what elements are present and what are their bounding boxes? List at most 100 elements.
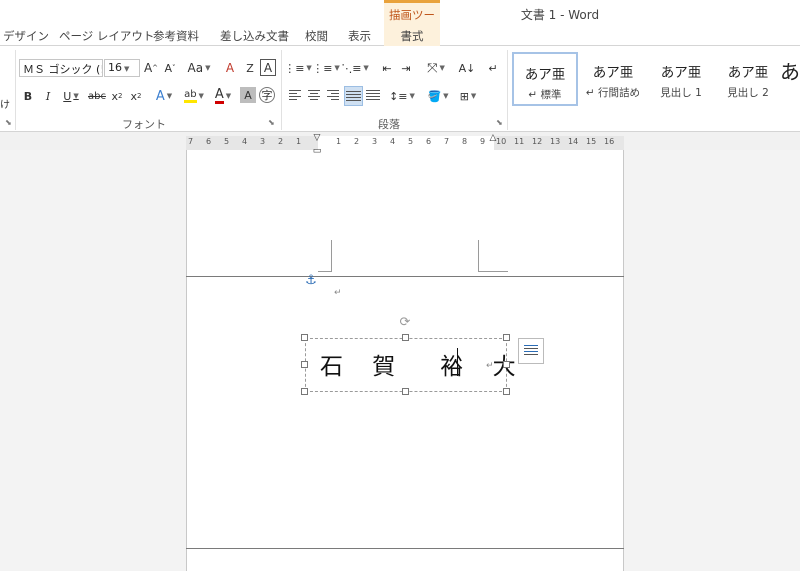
tab-mailings[interactable]: 差し込み文書 (220, 28, 289, 44)
text-effects-icon[interactable]: A ▼ (152, 87, 176, 105)
style-preview: あア亜 (524, 67, 566, 83)
page-section-line (186, 276, 624, 277)
resize-handle[interactable] (402, 334, 409, 341)
distributed-icon[interactable] (365, 88, 381, 104)
font-size-combobox[interactable]: 16 ▼ (104, 59, 140, 77)
phonetic-guide-icon[interactable]: Z (242, 59, 258, 77)
tab-view[interactable]: 表示 (348, 28, 371, 44)
ruler-number: 16 (604, 137, 615, 146)
align-right-icon[interactable] (326, 88, 342, 104)
character-border-icon[interactable]: A (260, 59, 276, 76)
resize-handle[interactable] (301, 388, 308, 395)
textbox-text[interactable]: 石 賀 裕 大 (320, 347, 527, 381)
shading-icon[interactable]: 🪣 ▼ (425, 87, 451, 105)
bullets-icon[interactable]: ⋮≡ ▼ (284, 59, 312, 77)
clear-format-icon[interactable]: A (222, 59, 238, 77)
underline-icon[interactable]: U ▼ (60, 87, 82, 105)
style-name: ↵ 標準 (528, 89, 562, 101)
ruler-number: 5 (408, 137, 414, 146)
left-indent-icon[interactable]: ▭ (312, 146, 322, 156)
font-size-value: 16 (108, 61, 122, 74)
strikethrough-icon[interactable]: abc (87, 87, 107, 105)
ruler-number: 2 (278, 137, 284, 146)
subscript-icon[interactable]: x2 (109, 87, 125, 105)
highlight-color-icon[interactable]: ab ▼ (181, 87, 207, 105)
ruler-text-area (318, 136, 494, 150)
align-left-icon[interactable] (288, 88, 304, 104)
style-heading-1[interactable]: あア亜 見出し 1 (648, 52, 714, 106)
clipboard-launcher-icon[interactable]: ⬊ (5, 118, 12, 127)
resize-handle[interactable] (402, 388, 409, 395)
style-title-partial[interactable]: あ (780, 52, 800, 106)
style-heading-2[interactable]: あア亜 見出し 2 (715, 52, 781, 106)
character-shading-icon[interactable]: A (240, 87, 256, 103)
style-name: 見出し 1 (660, 87, 702, 99)
styles-gallery: あア亜 ↵ 標準 あア亜 ↵ 行間詰め あア亜 見出し 1 あア亜 見出し 2 … (510, 50, 800, 108)
ruler-number: 6 (426, 137, 432, 146)
resize-handle[interactable] (503, 334, 510, 341)
tab-page-layout[interactable]: ページ レイアウト (59, 28, 154, 44)
enclose-characters-icon[interactable]: 字 (259, 87, 275, 103)
increase-indent-icon[interactable]: ⇥ (398, 59, 414, 77)
ruler-number: 7 (188, 137, 194, 146)
document-title: 文書 1 - Word (520, 8, 600, 22)
ruler-number: 8 (462, 137, 468, 146)
selected-textbox[interactable]: 石 賀 裕 大 ↵ (305, 338, 516, 392)
numbering-icon[interactable]: ⋮≡ ▼ (312, 59, 340, 77)
paragraph-mark: ↵ (334, 288, 342, 298)
borders-icon[interactable]: ⊞ ▼ (455, 87, 481, 105)
ruler-number: 7 (444, 137, 450, 146)
ruler-number: 1 (336, 137, 342, 146)
paragraph-group-label: 段落 (378, 118, 400, 131)
multilevel-list-icon[interactable]: ⋱≡ ▼ (341, 59, 369, 77)
style-no-spacing[interactable]: あア亜 ↵ 行間詰め (580, 52, 646, 106)
ruler-number: 12 (532, 137, 543, 146)
horizontal-ruler[interactable]: 7 6 5 4 3 2 1 ▽ 1 2 3 4 5 6 7 8 9 △ 10 1… (186, 133, 624, 150)
italic-icon[interactable]: I (40, 87, 56, 105)
tab-review[interactable]: 校閲 (305, 28, 328, 44)
rotate-handle-icon[interactable]: ⟳ (398, 315, 412, 330)
ruler-number: 3 (372, 137, 378, 146)
style-preview: あア亜 (727, 65, 769, 81)
style-name: 見出し 2 (727, 87, 769, 99)
crop-mark (478, 240, 508, 272)
bold-icon[interactable]: B (20, 87, 36, 105)
font-launcher-icon[interactable]: ⬊ (268, 118, 275, 127)
ruler-number: 1 (296, 137, 302, 146)
change-case-icon[interactable]: Aa ▼ (186, 59, 212, 77)
font-color-icon[interactable]: A ▼ (210, 87, 236, 105)
resize-handle[interactable] (503, 388, 510, 395)
chevron-down-icon: ▼ (124, 65, 130, 73)
justify-icon[interactable] (344, 86, 363, 106)
page-section-line (186, 548, 624, 549)
first-line-indent-icon[interactable]: ▽ (312, 133, 322, 143)
show-marks-icon[interactable]: ↵ (485, 59, 501, 77)
style-preview: あア亜 (592, 65, 634, 81)
style-preview: あア亜 (660, 65, 702, 81)
resize-handle[interactable] (503, 361, 510, 368)
layout-options-icon (523, 343, 539, 359)
tab-design[interactable]: デザイン (3, 28, 49, 44)
paragraph-launcher-icon[interactable]: ⬊ (496, 118, 503, 127)
ruler-number: 4 (242, 137, 248, 146)
anchor-icon[interactable]: ⚓ (303, 272, 319, 288)
sort-icon[interactable]: A↓ (458, 59, 476, 77)
grow-font-icon[interactable]: A ^ (143, 59, 159, 77)
resize-handle[interactable] (301, 334, 308, 341)
resize-handle[interactable] (301, 361, 308, 368)
decrease-indent-icon[interactable]: ⇤ (379, 59, 395, 77)
align-center-icon[interactable] (307, 88, 323, 104)
asian-layout-icon[interactable]: ⤧ ▼ (424, 59, 448, 77)
superscript-icon[interactable]: x2 (128, 87, 144, 105)
ruler-number: 3 (260, 137, 266, 146)
ribbon: け ⬊ ＭＳ ゴシック (!▼ 16▼ A^ A˅ Aa▼ A Z A B I … (0, 46, 800, 132)
line-spacing-icon[interactable]: ↕≡ ▼ (389, 87, 415, 105)
layout-options-button[interactable] (518, 338, 544, 364)
ruler-number: 10 (496, 137, 507, 146)
shrink-font-icon[interactable]: A ˅ (162, 59, 178, 77)
style-normal[interactable]: あア亜 ↵ 標準 (512, 52, 578, 106)
tab-references[interactable]: 参考資料 (153, 28, 199, 44)
ruler-number: 4 (390, 137, 396, 146)
tab-format[interactable]: 書式 (384, 26, 440, 46)
font-name-combobox[interactable]: ＭＳ ゴシック (!▼ (19, 59, 103, 77)
